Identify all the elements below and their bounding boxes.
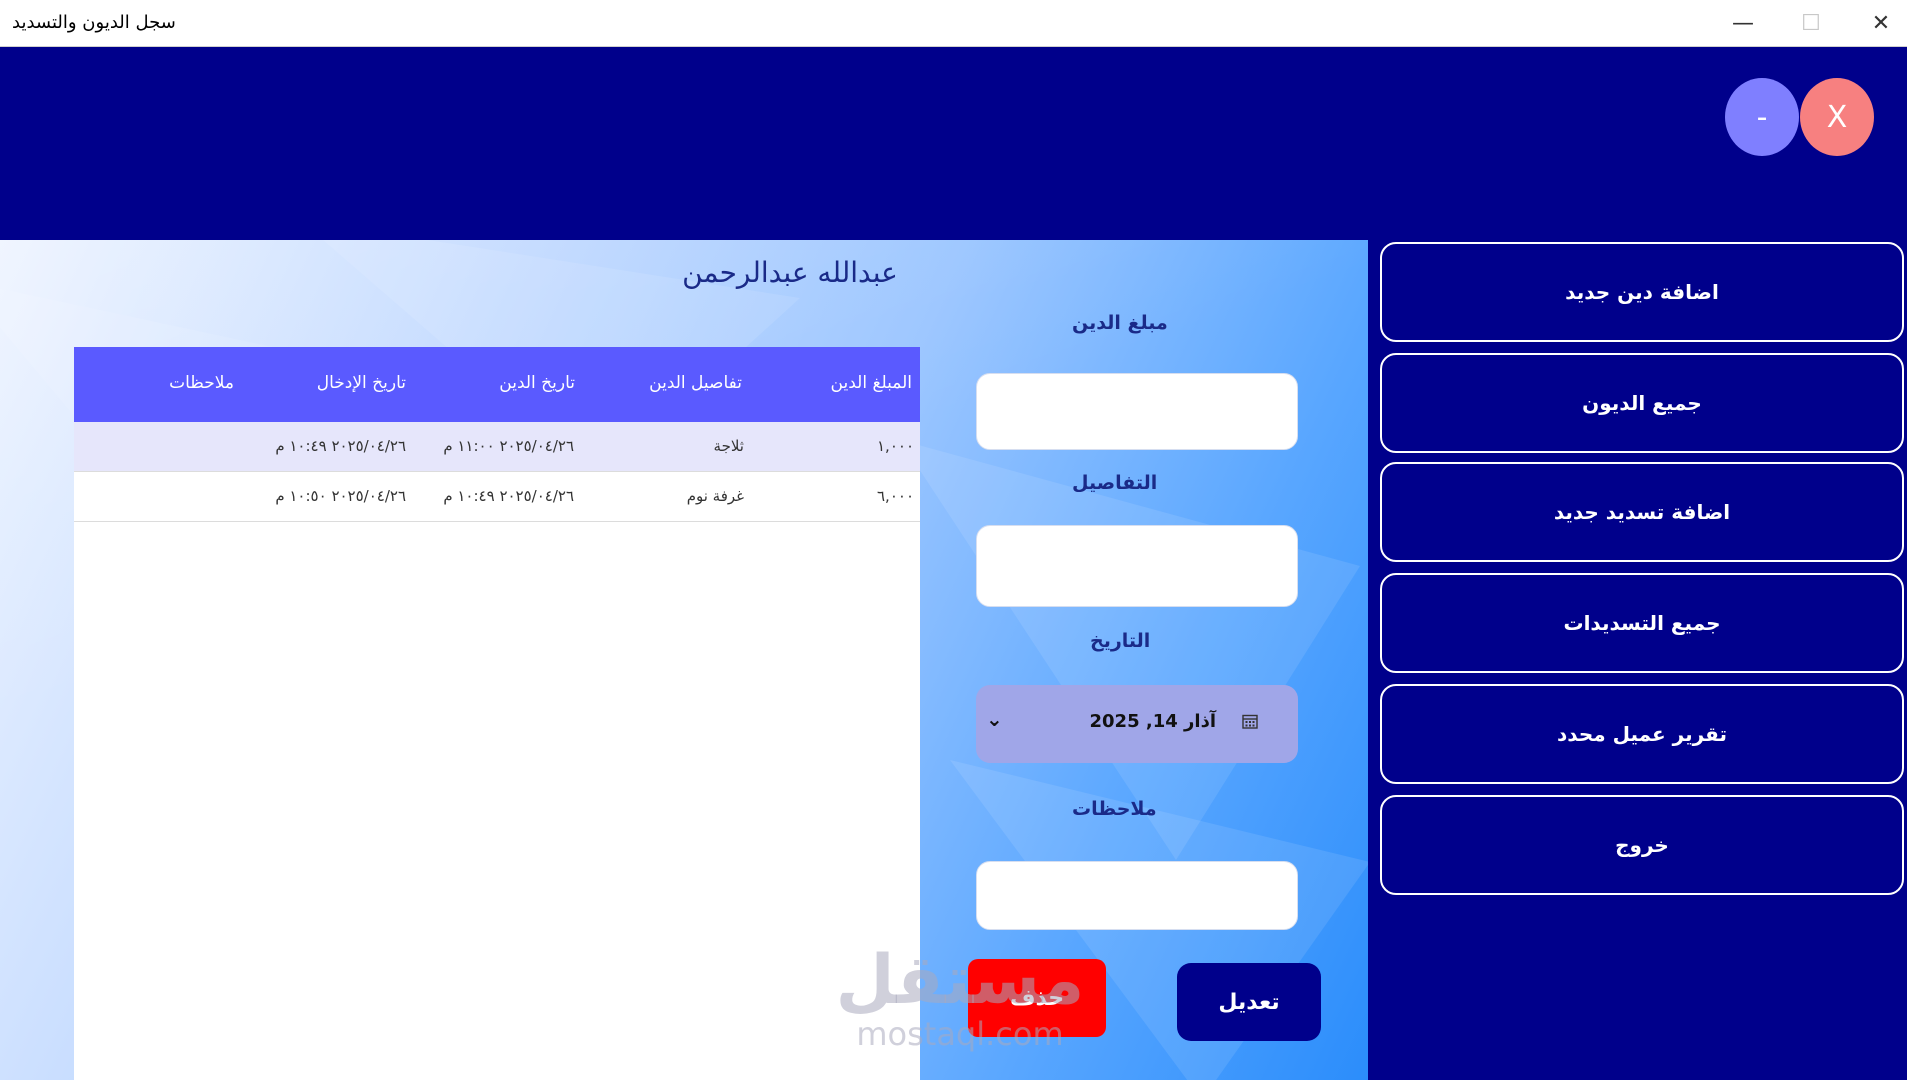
notes-input[interactable] [976,861,1298,930]
amount-label: مبلغ الدين [1072,312,1168,334]
cell-details: ثلاجة [713,437,744,455]
details-label: التفاصيل [1072,472,1158,494]
debts-table: المبلغ الدين تفاصيل الدين تاريخ الدين تا… [74,347,920,1080]
column-header-entry-date[interactable]: تاريخ الإدخال [317,373,406,393]
notes-label: ملاحظات [1072,798,1157,820]
table-row[interactable]: ٦,٠٠٠ غرفة نوم ٢٠٢٥/٠٤/٢٦ ١٠:٤٩ م ٢٠٢٥/٠… [74,472,920,522]
cell-entry-date: ٢٠٢٥/٠٤/٢٦ ١٠:٤٩ م [275,437,406,455]
cell-amount: ٦,٠٠٠ [877,487,914,505]
app-minimize-button[interactable]: - [1725,78,1799,156]
cell-details: غرفة نوم [686,487,744,505]
column-header-amount[interactable]: المبلغ الدين [831,373,912,393]
edit-button[interactable]: تعديل [1177,963,1321,1041]
window-close-icon[interactable]: ✕ [1850,0,1907,46]
column-header-notes[interactable]: ملاحظات [169,373,234,393]
sidebar-item-all-debts[interactable]: جميع الديون [1380,353,1904,453]
header-band [0,47,1907,240]
cell-amount: ١,٠٠٠ [877,437,914,455]
column-header-details[interactable]: تفاصيل الدين [649,373,742,393]
sidebar-item-all-payments[interactable]: جميع التسديدات [1380,573,1904,673]
date-label: التاريخ [1090,630,1151,652]
sidebar-item-exit[interactable]: خروج [1380,795,1904,895]
app-close-button[interactable]: X [1800,78,1874,156]
window-maximize-icon[interactable]: ☐ [1780,0,1842,46]
column-header-debt-date[interactable]: تاريخ الدين [499,373,575,393]
window-titlebar: سجل الديون والتسديد — ☐ ✕ [0,0,1907,47]
date-value: آذار 14, 2025 [1089,711,1217,732]
chevron-down-icon[interactable]: ⌄ [986,707,1003,731]
cell-debt-date: ٢٠٢٥/٠٤/٢٦ ١١:٠٠ م [443,437,574,455]
window-minimize-icon[interactable]: — [1712,0,1774,46]
customer-name: عبدالله عبدالرحمن [682,256,898,289]
delete-button[interactable]: حذف [968,959,1106,1037]
sidebar-item-add-payment[interactable]: اضافة تسديد جديد [1380,462,1904,562]
date-picker[interactable]: آذار 14, 2025 ⌄ [976,685,1298,763]
cell-entry-date: ٢٠٢٥/٠٤/٢٦ ١٠:٥٠ م [275,487,406,505]
sidebar-item-add-debt[interactable]: اضافة دين جديد [1380,242,1904,342]
table-header: المبلغ الدين تفاصيل الدين تاريخ الدين تا… [74,347,920,422]
window-title: سجل الديون والتسديد [12,12,176,33]
table-row[interactable]: ١,٠٠٠ ثلاجة ٢٠٢٥/٠٤/٢٦ ١١:٠٠ م ٢٠٢٥/٠٤/٢… [74,422,920,472]
details-input[interactable] [976,525,1298,607]
sidebar-item-customer-report[interactable]: تقرير عميل محدد [1380,684,1904,784]
calendar-icon [1242,714,1258,729]
amount-input[interactable] [976,373,1298,450]
cell-debt-date: ٢٠٢٥/٠٤/٢٦ ١٠:٤٩ م [443,487,574,505]
